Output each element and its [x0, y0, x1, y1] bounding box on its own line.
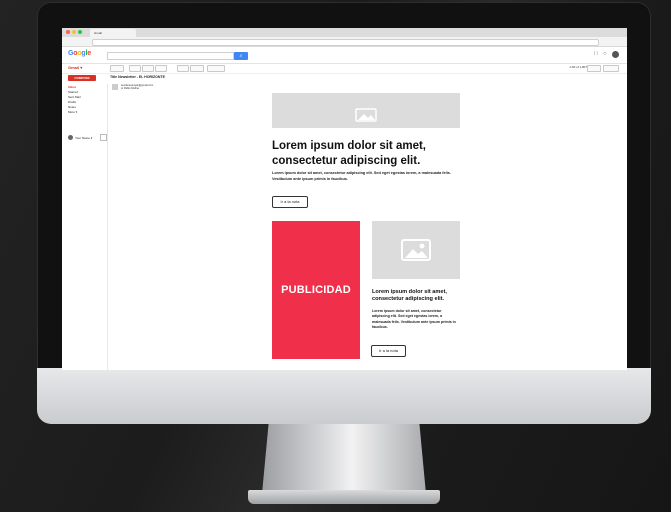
labels-button[interactable] — [190, 65, 204, 72]
monitor-chin — [37, 368, 651, 424]
older-newer-button[interactable] — [587, 65, 601, 72]
side-body: Lorem ipsum dolor sit amet, consectetur … — [372, 309, 456, 330]
image-icon — [355, 107, 377, 122]
hero-title: Lorem ipsum dolor sit amet, consectetur … — [272, 140, 426, 167]
minimize-window-icon[interactable] — [72, 30, 76, 34]
chat-user[interactable]: Your Name ▾ — [68, 134, 108, 141]
chat-avatar — [68, 135, 73, 140]
delete-button[interactable] — [155, 65, 167, 72]
sender-row: senderexample@gmail.com to Pablo Molina — [112, 84, 153, 90]
close-window-icon[interactable] — [66, 30, 70, 34]
address-bar[interactable] — [92, 39, 599, 46]
account-avatar[interactable] — [612, 51, 619, 58]
logo-letter: e — [87, 50, 91, 57]
email-subject: Title Newsletter - EL HORIZONTE — [110, 75, 165, 79]
hero-read-button[interactable]: Ir a la nota — [272, 196, 308, 208]
gmail-header: Google ⌕ ∷ ○ — [62, 47, 627, 64]
ad-label: PUBLICIDAD — [281, 284, 351, 296]
pagination-count: 1-50 of 1,807 — [569, 65, 587, 69]
monitor-stand-foot — [248, 490, 440, 504]
maximize-window-icon[interactable] — [78, 30, 82, 34]
hero-body: Lorem ipsum dolor sit amet, consectetur … — [272, 171, 451, 181]
advertisement-block[interactable]: PUBLICIDAD — [272, 221, 360, 359]
gmail-menu[interactable]: Gmail ▾ — [68, 65, 82, 70]
more-button[interactable] — [207, 65, 225, 72]
monitor-stand-neck — [262, 424, 426, 494]
sidebar-item-more[interactable]: More ▾ — [68, 110, 104, 115]
compose-button[interactable]: COMPOSE — [68, 75, 96, 81]
mail-sidebar: Inbox Starred Sent Mail Drafts Notes Mor… — [68, 85, 104, 115]
search-icon: ⌕ — [239, 53, 243, 59]
sender-avatar — [112, 84, 118, 90]
notifications-icon[interactable]: ○ — [603, 51, 608, 57]
search-button[interactable]: ⌕ — [234, 52, 248, 60]
apps-grid-icon[interactable]: ∷ — [594, 51, 599, 57]
search-input[interactable] — [107, 52, 234, 60]
google-logo[interactable]: Google — [68, 50, 91, 57]
archive-button[interactable] — [129, 65, 141, 72]
chat-user-name: Your Name ▾ — [75, 135, 93, 140]
browser-tab[interactable]: Gmail — [90, 29, 136, 37]
hero-image-placeholder — [272, 93, 460, 128]
side-read-button[interactable]: Ir a la nota — [371, 345, 406, 357]
side-image-placeholder — [372, 221, 460, 279]
settings-button[interactable] — [603, 65, 619, 72]
back-button[interactable] — [110, 65, 124, 72]
screen: Gmail Google ⌕ ∷ ○ Gmail ▾ 1-50 of 1,807… — [62, 28, 627, 370]
browser-tabbar: Gmail — [62, 28, 627, 37]
move-to-button[interactable] — [177, 65, 189, 72]
side-title: Lorem ipsum dolor sit amet, consectetur … — [372, 289, 447, 302]
image-icon — [401, 239, 431, 261]
mail-toolbar: Gmail ▾ 1-50 of 1,807 — [62, 63, 627, 74]
sender-recipient: to Pablo Molina — [121, 87, 139, 91]
sidebar-divider — [107, 84, 108, 370]
spam-button[interactable] — [142, 65, 154, 72]
browser-toolbar — [62, 37, 627, 47]
